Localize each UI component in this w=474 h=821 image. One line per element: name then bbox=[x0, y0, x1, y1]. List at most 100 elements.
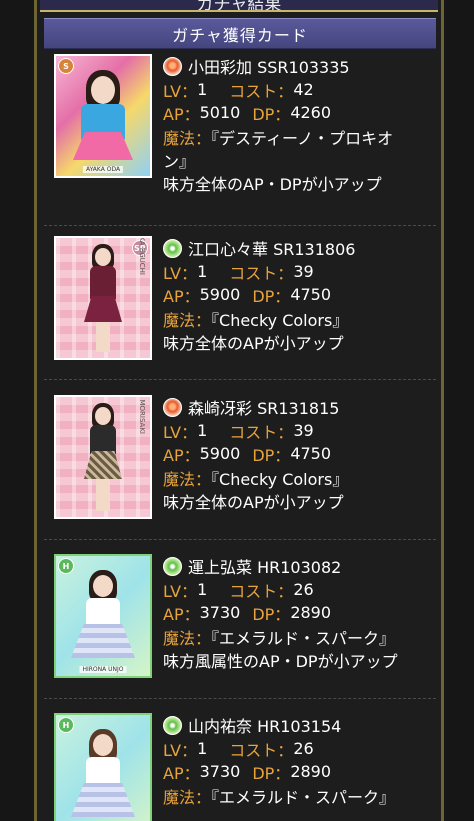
lv-label: LV： bbox=[163, 740, 198, 760]
card-name-line: 森崎冴彩 SR131815 bbox=[163, 395, 433, 419]
dp-value: 4750 bbox=[290, 285, 332, 304]
row-divider bbox=[44, 698, 436, 699]
wind-attribute-icon bbox=[163, 715, 182, 735]
magic-label: 魔法： bbox=[163, 470, 212, 489]
lv-cost-line: LV： 1 コスト： 26 bbox=[163, 737, 433, 760]
ap-label: AP： bbox=[163, 286, 200, 306]
ap-dp-line: AP： 5900 DP： 4750 bbox=[163, 283, 433, 306]
card-name-line: 運上弘菜 HR103082 bbox=[163, 554, 433, 578]
card-name-line: 小田彩加 SSR103335 bbox=[163, 54, 433, 78]
card-item[interactable]: H 山内祐奈 HR103154 LV： 1 コスト： 26 AP： 3730 D… bbox=[44, 713, 436, 821]
ap-dp-line: AP： 3730 DP： 2890 bbox=[163, 760, 433, 783]
dp-label: DP： bbox=[252, 604, 291, 624]
fire-attribute-icon bbox=[163, 397, 182, 417]
card-thumbnail[interactable]: H HIRONA UNJO bbox=[54, 554, 152, 678]
card-name-line: 山内祐奈 HR103154 bbox=[163, 713, 433, 737]
ap-value: 3730 bbox=[199, 603, 241, 622]
result-header: ガチャ結果 bbox=[40, 0, 438, 12]
lv-label: LV： bbox=[163, 422, 198, 442]
lv-value: 1 bbox=[197, 739, 208, 758]
effect-text: 味方風属性のAP・DPが小アップ bbox=[163, 652, 398, 671]
card-name: 小田彩加 SSR103335 bbox=[188, 58, 350, 77]
lv-label: LV： bbox=[163, 581, 198, 601]
idol-figure-icon bbox=[68, 70, 138, 176]
effect-text: 味方全体のAP・DPが小アップ bbox=[163, 175, 382, 194]
dp-label: DP： bbox=[252, 286, 291, 306]
dp-value: 4260 bbox=[290, 103, 332, 122]
card-name-line: 江口心々華 SR131806 bbox=[163, 236, 433, 260]
magic-line: 魔法：『エメラルド・スパーク』 bbox=[163, 627, 433, 650]
lv-value: 1 bbox=[197, 80, 208, 99]
lv-cost-line: LV： 1 コスト： 39 bbox=[163, 419, 433, 442]
ap-dp-line: AP： 5010 DP： 4260 bbox=[163, 101, 433, 124]
ap-dp-line: AP： 5900 DP： 4750 bbox=[163, 442, 433, 465]
effect-text: 味方全体のAPが小アップ bbox=[163, 493, 344, 512]
section-title: ガチャ獲得カード bbox=[172, 25, 308, 45]
card-thumbnail[interactable]: S AYAKA ODA bbox=[54, 54, 152, 178]
dp-label: DP： bbox=[252, 104, 291, 124]
result-header-title: ガチャ結果 bbox=[196, 0, 282, 12]
dp-value: 2890 bbox=[290, 603, 332, 622]
lv-cost-line: LV： 1 コスト： 39 bbox=[163, 260, 433, 283]
dp-value: 2890 bbox=[290, 762, 332, 781]
lv-cost-line: LV： 1 コスト： 26 bbox=[163, 578, 433, 601]
card-caption: SAYA MORISAKI bbox=[138, 395, 146, 434]
lv-value: 1 bbox=[197, 421, 208, 440]
card-thumbnail[interactable]: H bbox=[54, 713, 152, 821]
cost-value: 39 bbox=[293, 262, 314, 281]
card-item[interactable]: SAYA MORISAKI 森崎冴彩 SR131815 LV： 1 コスト： 3… bbox=[44, 395, 436, 521]
effect-text: 味方全体のAPが小アップ bbox=[163, 334, 344, 353]
idol-figure-icon bbox=[73, 403, 133, 517]
idol-figure-icon bbox=[68, 729, 138, 821]
card-info: 山内祐奈 HR103154 LV： 1 コスト： 26 AP： 3730 DP：… bbox=[163, 713, 433, 809]
card-thumbnail[interactable]: SAYA MORISAKI bbox=[54, 395, 152, 519]
magic-label: 魔法： bbox=[163, 129, 212, 148]
magic-name: 『エメラルド・スパーク』 bbox=[211, 788, 396, 807]
card-caption: KOKOKA EGUCHI bbox=[138, 236, 146, 275]
card-item[interactable]: S AYAKA ODA 小田彩加 SSR103335 LV： 1 コスト： 42… bbox=[44, 54, 436, 214]
magic-name: 『エメラルド・スパーク』 bbox=[211, 629, 396, 648]
magic-line: 魔法：『Checky Colors』 bbox=[163, 309, 433, 332]
magic-name: 『Checky Colors』 bbox=[211, 311, 349, 330]
card-caption: AYAKA ODA bbox=[82, 166, 124, 173]
card-thumbnail[interactable]: SR KOKOKA EGUCHI bbox=[54, 236, 152, 360]
dp-value: 4750 bbox=[290, 444, 332, 463]
ap-value: 5900 bbox=[199, 444, 241, 463]
cost-label: コスト： bbox=[229, 581, 294, 601]
lv-label: LV： bbox=[163, 263, 198, 283]
magic-name: 『デスティーノ・プロキオ bbox=[211, 129, 394, 148]
section-header: ガチャ獲得カード bbox=[44, 18, 436, 49]
wind-attribute-icon bbox=[163, 238, 182, 258]
ap-dp-line: AP： 3730 DP： 2890 bbox=[163, 601, 433, 624]
ap-value: 5900 bbox=[199, 285, 241, 304]
card-name: 運上弘菜 HR103082 bbox=[188, 558, 342, 577]
cost-label: コスト： bbox=[229, 740, 294, 760]
card-item[interactable]: H HIRONA UNJO 運上弘菜 HR103082 LV： 1 コスト： 2… bbox=[44, 554, 436, 680]
cost-label: コスト： bbox=[229, 422, 294, 442]
dp-label: DP： bbox=[252, 763, 291, 783]
card-name: 森崎冴彩 SR131815 bbox=[188, 399, 340, 418]
card-info: 森崎冴彩 SR131815 LV： 1 コスト： 39 AP： 5900 DP：… bbox=[163, 395, 433, 514]
ap-label: AP： bbox=[163, 445, 200, 465]
card-name: 江口心々華 SR131806 bbox=[188, 240, 356, 259]
ap-value: 5010 bbox=[199, 103, 241, 122]
row-divider bbox=[44, 539, 436, 540]
card-info: 江口心々華 SR131806 LV： 1 コスト： 39 AP： 5900 DP… bbox=[163, 236, 433, 355]
magic-label: 魔法： bbox=[163, 311, 212, 330]
cost-value: 26 bbox=[293, 580, 314, 599]
card-caption: HIRONA UNJO bbox=[79, 666, 127, 673]
magic-line: 魔法：『エメラルド・スパーク』 bbox=[163, 786, 433, 809]
magic-line: 魔法：『デスティーノ・プロキオ ン』 bbox=[163, 127, 433, 173]
magic-label: 魔法： bbox=[163, 788, 212, 807]
ap-label: AP： bbox=[163, 604, 200, 624]
magic-label: 魔法： bbox=[163, 629, 212, 648]
card-name: 山内祐奈 HR103154 bbox=[188, 717, 342, 736]
row-divider bbox=[44, 379, 436, 380]
idol-figure-icon bbox=[68, 570, 138, 676]
magic-name-cont: ン』 bbox=[163, 152, 196, 171]
card-item[interactable]: SR KOKOKA EGUCHI 江口心々華 SR131806 LV： 1 コス… bbox=[44, 236, 436, 362]
ap-value: 3730 bbox=[199, 762, 241, 781]
card-info: 小田彩加 SSR103335 LV： 1 コスト： 42 AP： 5010 DP… bbox=[163, 54, 433, 196]
lv-value: 1 bbox=[197, 262, 208, 281]
magic-name: 『Checky Colors』 bbox=[211, 470, 349, 489]
